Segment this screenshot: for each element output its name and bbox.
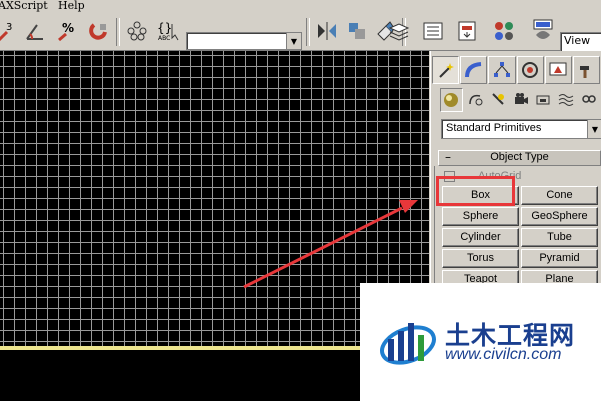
tab-utilities[interactable] — [572, 56, 601, 84]
menu-bar: AXScript Help — [0, 0, 601, 12]
tab-modify[interactable] — [460, 56, 488, 84]
space-warps-category-icon[interactable] — [556, 88, 577, 110]
tab-motion[interactable] — [516, 56, 544, 84]
modify-icon — [464, 62, 481, 78]
tab-hierarchy[interactable] — [488, 56, 516, 84]
menu-maxscript[interactable]: AXScript — [0, 0, 48, 12]
curve-editor-icon[interactable] — [420, 18, 446, 44]
cone-button[interactable]: Cone — [521, 186, 598, 205]
object-type-rollout-header[interactable]: – Object Type — [438, 150, 601, 166]
chevron-down-icon[interactable]: ▼ — [587, 120, 601, 138]
named-selection-icon[interactable] — [124, 18, 150, 44]
toolbar-separator — [116, 18, 120, 46]
reference-coordinate-combo[interactable]: View — [560, 32, 601, 52]
layer-manager-icon[interactable] — [386, 18, 412, 44]
lights-category-icon[interactable] — [487, 88, 508, 110]
display-icon — [549, 62, 567, 76]
svg-text:%: % — [62, 21, 74, 35]
hierarchy-icon — [493, 62, 510, 77]
mirror-icon[interactable] — [314, 18, 340, 44]
material-editor-icon[interactable] — [491, 18, 517, 44]
hammer-icon — [580, 66, 590, 78]
tab-display[interactable] — [544, 56, 572, 84]
rollout-title: Object Type — [490, 151, 549, 163]
sphere-button[interactable]: Sphere — [442, 207, 519, 226]
systems-category-icon[interactable] — [578, 88, 599, 110]
motion-icon — [522, 62, 539, 78]
main-toolbar: 3 % {} ABC ▼ View — [0, 12, 601, 52]
align-icon[interactable] — [344, 18, 370, 44]
percent-snap-icon[interactable]: % — [54, 18, 80, 44]
svg-text:ABC: ABC — [158, 35, 170, 42]
pyramid-button[interactable]: Pyramid — [521, 249, 598, 268]
create-wand-icon — [438, 63, 454, 78]
edit-named-selection-icon[interactable]: {} ABC — [155, 18, 181, 44]
cameras-category-icon[interactable] — [510, 88, 531, 110]
primitive-type-value: Standard Primitives — [446, 122, 542, 134]
reference-coordinate-value: View — [564, 34, 591, 47]
cylinder-button[interactable]: Cylinder — [442, 228, 519, 247]
primitive-type-dropdown[interactable]: Standard Primitives ▼ — [441, 119, 601, 139]
chevron-down-icon[interactable]: ▼ — [286, 33, 301, 49]
geometry-category-icon[interactable] — [440, 88, 463, 112]
tube-button[interactable]: Tube — [521, 228, 598, 247]
create-category-tabs — [440, 88, 601, 114]
angle-snap-icon[interactable] — [22, 18, 48, 44]
toolbar-separator — [306, 18, 310, 46]
shapes-category-icon[interactable] — [465, 88, 486, 110]
menu-help[interactable]: Help — [58, 0, 85, 12]
schematic-view-icon[interactable] — [454, 18, 480, 44]
snap-3d-toggle-icon[interactable]: 3 — [0, 18, 20, 44]
watermark-url: www.civilcn.com — [445, 346, 562, 363]
lower-viewport-area — [0, 350, 360, 401]
svg-text:3: 3 — [6, 22, 12, 33]
torus-button[interactable]: Torus — [442, 249, 519, 268]
box-button-highlight — [436, 176, 515, 206]
spinner-snap-icon[interactable] — [86, 18, 112, 44]
watermark-logo — [380, 323, 436, 365]
geosphere-button[interactable]: GeoSphere — [521, 207, 598, 226]
helpers-category-icon[interactable] — [533, 88, 554, 110]
named-selection-combo[interactable]: ▼ — [186, 32, 302, 50]
render-scene-icon[interactable] — [530, 18, 556, 44]
svg-text:{}: {} — [157, 21, 172, 35]
tab-create[interactable] — [432, 56, 460, 84]
command-panel-tabs — [432, 56, 601, 84]
